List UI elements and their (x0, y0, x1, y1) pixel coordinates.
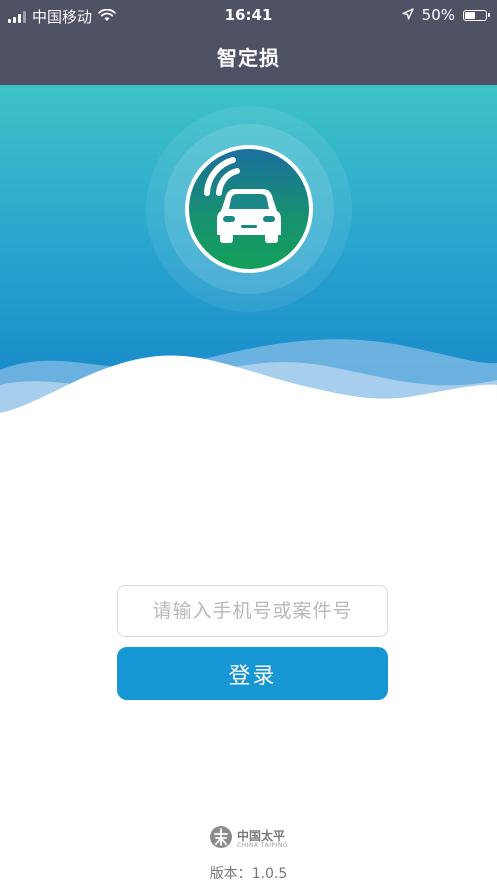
status-bar: 中国移动 16:41 50% (0, 0, 497, 30)
wave-decoration (0, 339, 497, 415)
brand-name-en: CHINA TAIPING (236, 841, 289, 849)
app-logo (146, 106, 352, 312)
battery-icon (463, 9, 490, 21)
china-taiping-logo-icon (209, 825, 233, 853)
login-form: 登录 (117, 585, 388, 700)
nav-bar: 智定损 (0, 30, 497, 85)
hero-banner (0, 85, 497, 415)
version-line: 版本：1.0.5 (0, 863, 497, 883)
login-button[interactable]: 登录 (117, 647, 388, 700)
brand-text: 中国太平 CHINA TAIPING (237, 830, 288, 849)
brand-name-cn: 中国太平 (236, 828, 285, 843)
page-title: 智定损 (217, 46, 280, 70)
version-label: 版本： (209, 866, 252, 882)
status-right: 50% (401, 6, 490, 24)
version-number: 1.0.5 (251, 866, 288, 882)
car-signal-icon (185, 145, 313, 273)
location-arrow-icon (401, 6, 414, 24)
battery-percent: 50% (421, 6, 455, 24)
brand: 中国太平 CHINA TAIPING (209, 825, 288, 853)
footer: 中国太平 CHINA TAIPING 版本：1.0.5 (0, 825, 497, 883)
phone-input[interactable] (117, 585, 388, 637)
